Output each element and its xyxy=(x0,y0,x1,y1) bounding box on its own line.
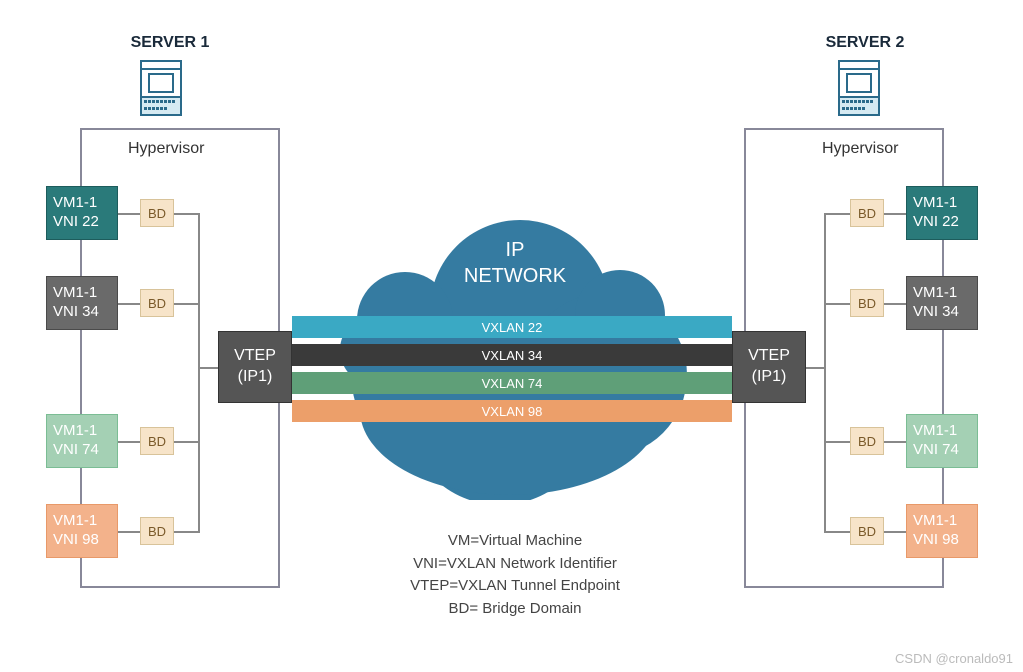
server2-vm-1: VM1-1 VNI 22 xyxy=(906,186,978,240)
server2-bd-1: BD xyxy=(850,199,884,227)
vm-name: VM1-1 xyxy=(53,194,97,213)
wire xyxy=(198,395,200,533)
vm-vni: VNI 98 xyxy=(53,531,99,550)
wire xyxy=(118,303,140,305)
legend-line: BD= Bridge Domain xyxy=(390,598,640,621)
server2-bd-2: BD xyxy=(850,289,884,317)
wire xyxy=(826,213,850,215)
vtep-ip: (IP1) xyxy=(238,367,273,388)
tunnel-vxlan-22: VXLAN 22 xyxy=(292,316,732,338)
legend: VM=Virtual Machine VNI=VXLAN Network Ide… xyxy=(390,530,640,620)
vm-name: VM1-1 xyxy=(913,194,957,213)
vm-vni: VNI 74 xyxy=(913,441,959,460)
vtep-name: VTEP xyxy=(234,346,276,367)
vm-vni: VNI 34 xyxy=(913,303,959,322)
wire xyxy=(198,343,200,395)
cloud-title-l2: NETWORK xyxy=(464,265,566,287)
server1-vm-3: VM1-1 VNI 74 xyxy=(46,414,118,468)
server1-bd-3: BD xyxy=(140,427,174,455)
vtep-ip: (IP1) xyxy=(752,367,787,388)
wire xyxy=(826,303,850,305)
vtep-name: VTEP xyxy=(748,346,790,367)
diagram-stage: SERVER 1 Hypervisor VM1-1 VNI 22 BD VM1-… xyxy=(0,0,1023,672)
wire xyxy=(826,441,850,443)
wire xyxy=(118,531,140,533)
vm-name: VM1-1 xyxy=(913,512,957,531)
server2-title: SERVER 2 xyxy=(810,34,920,52)
tunnel-vxlan-98: VXLAN 98 xyxy=(292,400,732,422)
server2-vtep: VTEP (IP1) xyxy=(732,331,806,403)
vm-name: VM1-1 xyxy=(53,512,97,531)
wire xyxy=(824,395,826,533)
wire xyxy=(174,303,198,305)
vm-name: VM1-1 xyxy=(53,422,97,441)
wire xyxy=(824,303,826,343)
server1-vm-1: VM1-1 VNI 22 xyxy=(46,186,118,240)
server1-title: SERVER 1 xyxy=(115,34,225,52)
wire xyxy=(826,531,850,533)
wire xyxy=(884,303,906,305)
cloud-title: IP NETWORK xyxy=(455,237,575,289)
server2-bd-3: BD xyxy=(850,427,884,455)
wire xyxy=(884,531,906,533)
server1-vtep: VTEP (IP1) xyxy=(218,331,292,403)
vm-name: VM1-1 xyxy=(913,284,957,303)
wire xyxy=(804,367,826,369)
legend-line: VM=Virtual Machine xyxy=(390,530,640,553)
vm-vni: VNI 74 xyxy=(53,441,99,460)
server1-bd-1: BD xyxy=(140,199,174,227)
server1-vm-4: VM1-1 VNI 98 xyxy=(46,504,118,558)
vm-vni: VNI 98 xyxy=(913,531,959,550)
legend-line: VNI=VXLAN Network Identifier xyxy=(390,553,640,576)
server1-bd-4: BD xyxy=(140,517,174,545)
server2-bd-4: BD xyxy=(850,517,884,545)
wire xyxy=(118,213,140,215)
server2-vm-2: VM1-1 VNI 34 xyxy=(906,276,978,330)
server2-vm-4: VM1-1 VNI 98 xyxy=(906,504,978,558)
watermark: CSDN @cronaldo91 xyxy=(895,651,1013,666)
vm-vni: VNI 22 xyxy=(913,213,959,232)
server1-vm-2: VM1-1 VNI 34 xyxy=(46,276,118,330)
vm-name: VM1-1 xyxy=(913,422,957,441)
wire xyxy=(174,441,198,443)
wire xyxy=(824,343,826,395)
tunnel-vxlan-74: VXLAN 74 xyxy=(292,372,732,394)
vm-vni: VNI 22 xyxy=(53,213,99,232)
wire xyxy=(884,441,906,443)
cloud-title-l1: IP xyxy=(506,239,525,261)
wire xyxy=(174,531,198,533)
server1-bd-2: BD xyxy=(140,289,174,317)
vm-vni: VNI 34 xyxy=(53,303,99,322)
wire xyxy=(198,303,200,343)
wire xyxy=(174,213,198,215)
vm-name: VM1-1 xyxy=(53,284,97,303)
tunnel-vxlan-34: VXLAN 34 xyxy=(292,344,732,366)
server2-icon xyxy=(838,60,880,120)
server2-vm-3: VM1-1 VNI 74 xyxy=(906,414,978,468)
legend-line: VTEP=VXLAN Tunnel Endpoint xyxy=(390,575,640,598)
wire xyxy=(198,367,220,369)
server1-icon xyxy=(140,60,182,120)
wire xyxy=(118,441,140,443)
wire xyxy=(884,213,906,215)
